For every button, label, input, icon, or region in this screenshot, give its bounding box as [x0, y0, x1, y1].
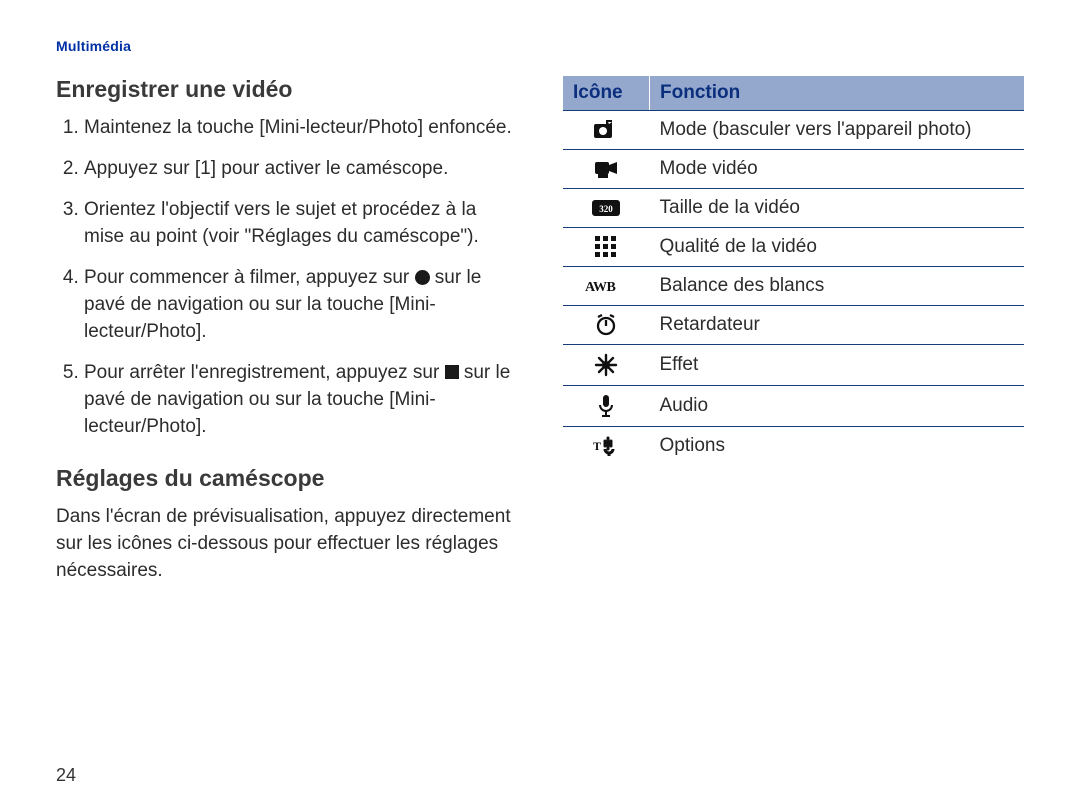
svg-text:AWB: AWB: [585, 280, 616, 295]
page-number: 24: [56, 765, 76, 786]
step-4: Pour commencer à filmer, appuyez sur sur…: [84, 265, 517, 346]
step-3: Orientez l'objectif vers le sujet et pro…: [84, 197, 517, 251]
white-balance-icon: AWB: [585, 277, 627, 295]
table-row: 320 Taille de la vidéo: [563, 189, 1024, 228]
section-header: Multimédia: [56, 38, 1024, 54]
table-row: Audio: [563, 386, 1024, 427]
cell-icon: [563, 111, 650, 150]
step-5: Pour arrêter l'enregistrement, appuyez s…: [84, 360, 517, 441]
svg-text:320: 320: [600, 204, 614, 214]
cell-fn: Effet: [650, 345, 1025, 386]
record-dot-icon: [415, 270, 430, 285]
cell-icon: 320: [563, 189, 650, 228]
cell-icon: [563, 150, 650, 189]
table-row: Mode vidéo: [563, 150, 1024, 189]
record-steps-list: Maintenez la touche [Mini-lecteur/Photo]…: [56, 115, 517, 441]
cell-icon: [563, 345, 650, 386]
cell-fn: Retardateur: [650, 306, 1025, 345]
cell-icon: [563, 228, 650, 267]
right-column: Icône Fonction: [563, 76, 1024, 585]
two-column-layout: Enregistrer une vidéo Maintenez la touch…: [56, 76, 1024, 585]
cell-fn: Balance des blancs: [650, 267, 1025, 306]
table-row: Qualité de la vidéo: [563, 228, 1024, 267]
settings-intro: Dans l'écran de prévisualisation, appuye…: [56, 504, 517, 585]
heading-camcorder-settings: Réglages du caméscope: [56, 465, 517, 492]
icon-function-table: Icône Fonction: [563, 76, 1024, 465]
table-row: Mode (basculer vers l'appareil photo): [563, 111, 1024, 150]
table-row: Retardateur: [563, 306, 1024, 345]
left-column: Enregistrer une vidéo Maintenez la touch…: [56, 76, 517, 585]
cell-fn: Mode (basculer vers l'appareil photo): [650, 111, 1025, 150]
step-1: Maintenez la touche [Mini-lecteur/Photo]…: [84, 115, 517, 142]
cell-fn: Audio: [650, 386, 1025, 427]
camera-switch-icon: [593, 119, 619, 141]
cell-icon: [563, 306, 650, 345]
self-timer-icon: [595, 314, 617, 336]
cell-fn: Options: [650, 427, 1025, 466]
video-quality-icon: [595, 236, 617, 258]
effect-icon: [594, 353, 618, 377]
video-size-icon: 320: [591, 199, 621, 217]
video-mode-icon: [593, 158, 619, 180]
th-icon: Icône: [563, 76, 650, 111]
options-icon: T: [593, 435, 619, 457]
table-row: Effet: [563, 345, 1024, 386]
cell-icon: AWB: [563, 267, 650, 306]
cell-fn: Qualité de la vidéo: [650, 228, 1025, 267]
step-4-pre: Pour commencer à filmer, appuyez sur: [84, 267, 415, 288]
th-function: Fonction: [650, 76, 1025, 111]
cell-icon: [563, 386, 650, 427]
table-row: T Options: [563, 427, 1024, 466]
step-2: Appuyez sur [1] pour activer le caméscop…: [84, 156, 517, 183]
cell-fn: Taille de la vidéo: [650, 189, 1025, 228]
step-5-pre: Pour arrêter l'enregistrement, appuyez s…: [84, 362, 445, 383]
table-row: AWB Balance des blancs: [563, 267, 1024, 306]
svg-text:T: T: [593, 439, 601, 453]
cell-icon: T: [563, 427, 650, 466]
stop-square-icon: [445, 365, 459, 379]
heading-record-video: Enregistrer une vidéo: [56, 76, 517, 103]
manual-page: Multimédia Enregistrer une vidéo Mainten…: [0, 0, 1080, 810]
audio-icon: [598, 394, 614, 418]
cell-fn: Mode vidéo: [650, 150, 1025, 189]
